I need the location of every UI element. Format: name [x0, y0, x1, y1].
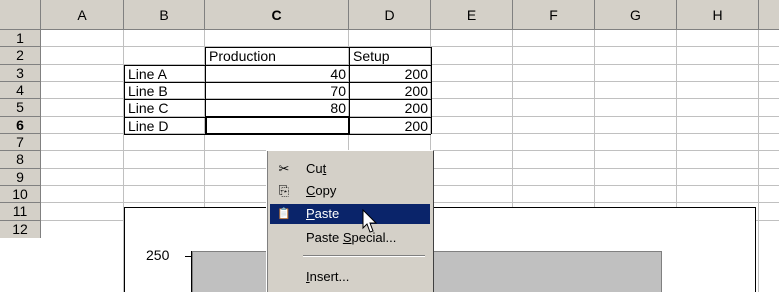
- chart-axis-tick: [185, 256, 192, 257]
- active-cell-c6[interactable]: [205, 116, 350, 135]
- cell-d3[interactable]: 200: [350, 66, 431, 82]
- cell-b6[interactable]: Line D: [125, 118, 205, 134]
- row-header-8[interactable]: 8: [0, 151, 41, 169]
- menu-item-cut-label: Cut: [306, 161, 327, 176]
- row-header-3[interactable]: 3: [0, 65, 41, 82]
- column-header-c[interactable]: C: [205, 0, 349, 30]
- cell-d5[interactable]: 200: [350, 100, 431, 117]
- cell-b5[interactable]: Line C: [125, 100, 205, 117]
- cell-c2[interactable]: Production: [206, 48, 349, 65]
- menu-item-copy[interactable]: ⎘ Copy: [270, 181, 430, 201]
- menu-item-cut[interactable]: ✂ Cut: [270, 159, 430, 179]
- menu-item-paste[interactable]: 📋 Paste: [270, 204, 430, 224]
- row-header-6[interactable]: 6: [0, 117, 41, 134]
- row-header-7[interactable]: 7: [0, 134, 41, 151]
- menu-item-insert[interactable]: Insert...: [270, 267, 430, 287]
- column-header-f[interactable]: F: [513, 0, 595, 30]
- menu-item-paste-special[interactable]: Paste Special...: [270, 228, 430, 248]
- cell-d2[interactable]: Setup: [350, 48, 431, 65]
- cell-d6[interactable]: 200: [350, 118, 431, 134]
- cell-d4[interactable]: 200: [350, 83, 431, 99]
- column-header-partial[interactable]: [759, 0, 779, 30]
- column-header-h[interactable]: H: [677, 0, 759, 30]
- row-header-12[interactable]: 12: [0, 221, 41, 238]
- row-header-9[interactable]: 9: [0, 169, 41, 186]
- row-header-11[interactable]: 11: [0, 203, 41, 221]
- menu-item-paste-special-label: Paste Special...: [306, 230, 397, 245]
- cell-b4[interactable]: Line B: [125, 83, 205, 99]
- cell-c5[interactable]: 80: [206, 100, 349, 117]
- column-header-e[interactable]: E: [431, 0, 513, 30]
- mouse-pointer-icon: [362, 209, 378, 233]
- row-header-1[interactable]: 1: [0, 30, 41, 47]
- select-all-corner[interactable]: [0, 0, 41, 30]
- cell-c3[interactable]: 40: [206, 66, 349, 82]
- clipboard-icon: 📋: [277, 208, 291, 220]
- cell-b3[interactable]: Line A: [125, 66, 205, 82]
- chart-value-axis: [191, 251, 192, 292]
- menu-item-copy-label: Copy: [306, 183, 337, 198]
- menu-separator: [303, 255, 425, 257]
- menu-item-insert-label: Insert...: [306, 269, 350, 284]
- chart-axis-label-250: 250: [146, 247, 170, 263]
- menu-item-paste-label: Paste: [306, 206, 340, 221]
- row-header-5[interactable]: 5: [0, 99, 41, 117]
- cell-c4[interactable]: 70: [206, 83, 349, 99]
- column-header-d[interactable]: D: [349, 0, 431, 30]
- column-header-b[interactable]: B: [124, 0, 205, 30]
- column-header-a[interactable]: A: [41, 0, 124, 30]
- spreadsheet: A B C D E F G H 1 2 3 4 5 6 7 8 9 10 11 …: [0, 0, 779, 292]
- row-header-10[interactable]: 10: [0, 186, 41, 203]
- column-header-g[interactable]: G: [595, 0, 677, 30]
- row-header-4[interactable]: 4: [0, 82, 41, 99]
- row-header-2[interactable]: 2: [0, 47, 41, 65]
- scissors-icon: ✂: [278, 161, 290, 176]
- context-menu: ✂ Cut ⎘ Copy 📋 Paste Paste Special... In…: [266, 150, 434, 292]
- copy-icon: ⎘: [278, 183, 290, 198]
